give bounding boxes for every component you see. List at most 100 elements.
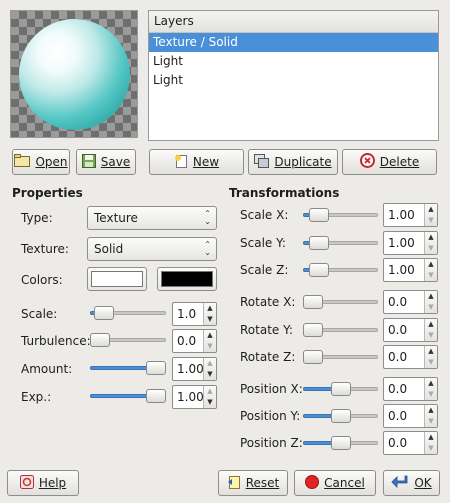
help-button[interactable]: Help <box>7 470 79 496</box>
slider-handle[interactable] <box>303 323 323 337</box>
spin-up-icon[interactable]: ▲ <box>425 378 437 389</box>
spin-down-icon[interactable]: ▼ <box>425 443 437 454</box>
color2-button[interactable] <box>157 267 217 291</box>
transform-label: Rotate X: <box>240 295 296 309</box>
save-button[interactable]: Save <box>76 149 136 175</box>
spin-buttons[interactable]: ▲ ▼ <box>424 346 437 368</box>
slider-handle[interactable] <box>309 236 329 250</box>
new-button[interactable]: New <box>149 149 244 175</box>
spin-up-icon[interactable]: ▲ <box>204 330 216 341</box>
slider-handle[interactable] <box>303 350 323 364</box>
delete-button[interactable]: Delete <box>342 149 437 175</box>
spin-up-icon[interactable]: ▲ <box>425 291 437 302</box>
layer-item[interactable]: Texture / Solid <box>149 33 438 52</box>
spin-buttons[interactable]: ▲ ▼ <box>203 303 216 325</box>
amount-slider[interactable] <box>90 361 166 375</box>
slider-handle[interactable] <box>303 295 323 309</box>
transform-spin[interactable]: 1.00 ▲ ▼ <box>383 203 438 227</box>
transform-spin[interactable]: 0.0 ▲ ▼ <box>383 431 438 455</box>
transform-slider[interactable] <box>303 263 378 277</box>
spin-up-icon[interactable]: ▲ <box>204 358 216 369</box>
spin-down-icon[interactable]: ▼ <box>204 341 216 352</box>
spin-down-icon[interactable]: ▼ <box>425 302 437 313</box>
transform-slider[interactable] <box>303 208 378 222</box>
open-button[interactable]: Open <box>12 149 70 175</box>
transform-slider[interactable] <box>303 323 378 337</box>
layers-list[interactable]: Layers Texture / Solid Light Light <box>148 10 439 141</box>
transform-spin[interactable]: 0.0 ▲ ▼ <box>383 345 438 369</box>
spin-down-icon[interactable]: ▼ <box>425 416 437 427</box>
spin-buttons[interactable]: ▲ ▼ <box>203 386 216 408</box>
type-combo[interactable]: Texture ⌃ ⌄ <box>87 206 217 230</box>
spin-buttons[interactable]: ▲ ▼ <box>424 259 437 281</box>
transform-slider[interactable] <box>303 436 378 450</box>
spin-up-icon[interactable]: ▲ <box>425 259 437 270</box>
transform-slider[interactable] <box>303 409 378 423</box>
spin-down-icon[interactable]: ▼ <box>425 357 437 368</box>
color1-button[interactable] <box>87 267 147 291</box>
amount-spin[interactable]: 1.00 ▲ ▼ <box>172 357 217 381</box>
spin-down-icon[interactable]: ▼ <box>425 270 437 281</box>
transform-spin[interactable]: 0.0 ▲ ▼ <box>383 318 438 342</box>
slider-handle[interactable] <box>331 409 351 423</box>
exp-slider[interactable] <box>90 389 166 403</box>
spin-buttons[interactable]: ▲ ▼ <box>203 358 216 380</box>
spin-down-icon[interactable]: ▼ <box>204 369 216 380</box>
slider-handle[interactable] <box>90 333 110 347</box>
spin-buttons[interactable]: ▲ ▼ <box>424 405 437 427</box>
spin-down-icon[interactable]: ▼ <box>425 215 437 226</box>
spin-up-icon[interactable]: ▲ <box>204 386 216 397</box>
reset-button[interactable]: Reset <box>218 470 288 496</box>
slider-handle[interactable] <box>309 208 329 222</box>
slider-handle[interactable] <box>146 361 166 375</box>
spin-up-icon[interactable]: ▲ <box>425 346 437 357</box>
spin-up-icon[interactable]: ▲ <box>425 432 437 443</box>
transform-slider[interactable] <box>303 350 378 364</box>
exp-spin[interactable]: 1.00 ▲ ▼ <box>172 385 217 409</box>
slider-handle[interactable] <box>309 263 329 277</box>
cancel-button[interactable]: Cancel <box>294 470 376 496</box>
spin-buttons[interactable]: ▲ ▼ <box>424 319 437 341</box>
ok-button[interactable]: OK <box>383 470 440 496</box>
texture-combo[interactable]: Solid ⌃ ⌄ <box>87 237 217 261</box>
spin-up-icon[interactable]: ▲ <box>425 319 437 330</box>
transform-slider[interactable] <box>303 236 378 250</box>
transform-slider[interactable] <box>303 295 378 309</box>
spin-buttons[interactable]: ▲ ▼ <box>424 204 437 226</box>
spin-up-icon[interactable]: ▲ <box>204 303 216 314</box>
spin-up-icon[interactable]: ▲ <box>425 204 437 215</box>
spin-down-icon[interactable]: ▼ <box>425 330 437 341</box>
slider-handle[interactable] <box>331 382 351 396</box>
turbulence-slider[interactable] <box>90 333 166 347</box>
slider-handle[interactable] <box>94 306 114 320</box>
duplicate-button[interactable]: Duplicate <box>248 149 338 175</box>
spin-buttons[interactable]: ▲ ▼ <box>424 291 437 313</box>
transform-value: 1.00 <box>388 263 415 277</box>
spin-up-icon[interactable]: ▲ <box>425 232 437 243</box>
slider-handle[interactable] <box>146 389 166 403</box>
spin-down-icon[interactable]: ▼ <box>204 314 216 325</box>
spin-buttons[interactable]: ▲ ▼ <box>424 232 437 254</box>
transform-spin[interactable]: 0.0 ▲ ▼ <box>383 404 438 428</box>
layer-item[interactable]: Light <box>149 71 438 90</box>
layer-item[interactable]: Light <box>149 52 438 71</box>
transform-slider[interactable] <box>303 382 378 396</box>
scale-label: Scale: <box>21 307 58 321</box>
turbulence-spin[interactable]: 0.0 ▲ ▼ <box>172 329 217 353</box>
spin-up-icon[interactable]: ▲ <box>425 405 437 416</box>
slider-handle[interactable] <box>331 436 351 450</box>
transform-spin[interactable]: 0.0 ▲ ▼ <box>383 290 438 314</box>
scale-spin[interactable]: 1.0 ▲ ▼ <box>172 302 217 326</box>
transform-spin[interactable]: 1.00 ▲ ▼ <box>383 258 438 282</box>
spin-buttons[interactable]: ▲ ▼ <box>424 378 437 400</box>
spin-buttons[interactable]: ▲ ▼ <box>203 330 216 352</box>
spin-down-icon[interactable]: ▼ <box>204 397 216 408</box>
transform-spin[interactable]: 0.0 ▲ ▼ <box>383 377 438 401</box>
reset-icon <box>227 475 241 492</box>
spin-down-icon[interactable]: ▼ <box>425 243 437 254</box>
transform-spin[interactable]: 1.00 ▲ ▼ <box>383 231 438 255</box>
spin-buttons[interactable]: ▲ ▼ <box>424 432 437 454</box>
layers-header[interactable]: Layers <box>149 11 438 33</box>
scale-slider[interactable] <box>90 306 166 320</box>
spin-down-icon[interactable]: ▼ <box>425 389 437 400</box>
